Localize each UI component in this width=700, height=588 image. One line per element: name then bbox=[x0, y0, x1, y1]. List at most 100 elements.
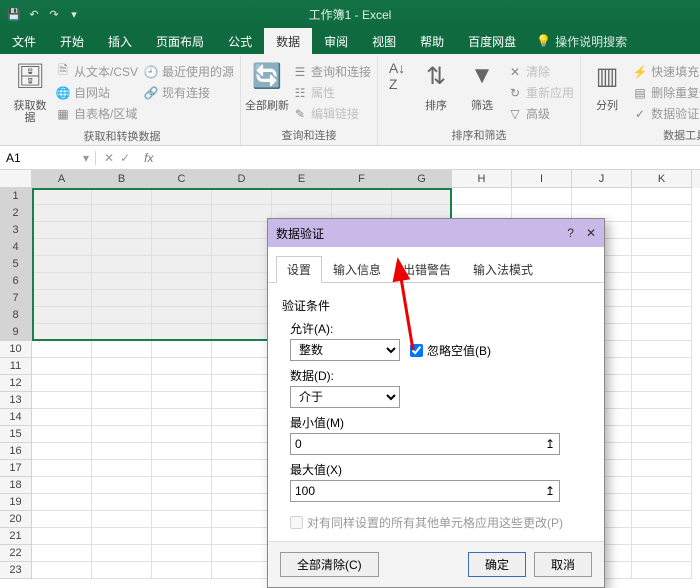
row-header[interactable]: 20 bbox=[0, 511, 32, 528]
reapply[interactable]: ↻重新应用 bbox=[506, 83, 576, 102]
cell[interactable] bbox=[32, 528, 92, 545]
cell[interactable] bbox=[212, 273, 272, 290]
cell[interactable] bbox=[152, 307, 212, 324]
cell[interactable] bbox=[632, 477, 692, 494]
cell[interactable] bbox=[212, 341, 272, 358]
cell[interactable] bbox=[32, 511, 92, 528]
cell[interactable] bbox=[92, 256, 152, 273]
cell[interactable] bbox=[212, 324, 272, 341]
cell[interactable] bbox=[92, 375, 152, 392]
row-header[interactable]: 18 bbox=[0, 477, 32, 494]
cell[interactable] bbox=[212, 426, 272, 443]
cell[interactable] bbox=[212, 511, 272, 528]
cell[interactable] bbox=[152, 290, 212, 307]
tab-help[interactable]: 帮助 bbox=[408, 28, 456, 54]
cell[interactable] bbox=[212, 358, 272, 375]
row-header[interactable]: 23 bbox=[0, 562, 32, 579]
cell[interactable] bbox=[152, 477, 212, 494]
cell[interactable] bbox=[92, 409, 152, 426]
advanced-filter[interactable]: ▽高级 bbox=[506, 104, 576, 123]
cell[interactable] bbox=[152, 358, 212, 375]
cell[interactable] bbox=[152, 443, 212, 460]
row-header[interactable]: 5 bbox=[0, 256, 32, 273]
cell[interactable] bbox=[32, 324, 92, 341]
cell[interactable] bbox=[632, 528, 692, 545]
cell[interactable] bbox=[632, 545, 692, 562]
dialog-tab-ime-mode[interactable]: 输入法模式 bbox=[462, 256, 544, 283]
cell[interactable] bbox=[632, 307, 692, 324]
col-header-C[interactable]: C bbox=[152, 170, 212, 188]
cell[interactable] bbox=[92, 460, 152, 477]
cell[interactable] bbox=[152, 239, 212, 256]
ignore-blank-checkbox[interactable]: 忽略空值(B) bbox=[410, 342, 491, 359]
qat-dropdown-icon[interactable]: ▾ bbox=[66, 6, 82, 22]
cell[interactable] bbox=[152, 545, 212, 562]
cell[interactable] bbox=[152, 562, 212, 579]
row-header[interactable]: 17 bbox=[0, 460, 32, 477]
cell[interactable] bbox=[632, 290, 692, 307]
cell[interactable] bbox=[32, 409, 92, 426]
dialog-tab-input-message[interactable]: 输入信息 bbox=[322, 256, 392, 283]
cell[interactable] bbox=[632, 409, 692, 426]
cell[interactable] bbox=[632, 392, 692, 409]
cell[interactable] bbox=[632, 494, 692, 511]
cell[interactable] bbox=[212, 307, 272, 324]
cell[interactable] bbox=[32, 188, 92, 205]
cell[interactable] bbox=[92, 324, 152, 341]
cell[interactable] bbox=[332, 188, 392, 205]
save-icon[interactable]: 💾 bbox=[6, 6, 22, 22]
clear-filter[interactable]: ✕清除 bbox=[506, 62, 576, 81]
cell[interactable] bbox=[92, 205, 152, 222]
cell[interactable] bbox=[92, 426, 152, 443]
cell[interactable] bbox=[32, 205, 92, 222]
cell[interactable] bbox=[632, 205, 692, 222]
cell[interactable] bbox=[152, 341, 212, 358]
cell[interactable] bbox=[32, 273, 92, 290]
data-select[interactable]: 介于 bbox=[290, 386, 400, 408]
cell[interactable] bbox=[152, 188, 212, 205]
cell[interactable] bbox=[92, 443, 152, 460]
cell[interactable] bbox=[212, 256, 272, 273]
cell[interactable] bbox=[32, 222, 92, 239]
cell[interactable] bbox=[32, 443, 92, 460]
cell[interactable] bbox=[152, 273, 212, 290]
cancel-formula-icon[interactable]: ✕ bbox=[104, 151, 114, 165]
cell[interactable] bbox=[152, 409, 212, 426]
col-header-B[interactable]: B bbox=[92, 170, 152, 188]
cell[interactable] bbox=[152, 222, 212, 239]
cell[interactable] bbox=[152, 256, 212, 273]
cell[interactable] bbox=[392, 188, 452, 205]
cell[interactable] bbox=[152, 528, 212, 545]
cell[interactable] bbox=[152, 460, 212, 477]
sort-button[interactable]: ⇅ 排序 bbox=[414, 60, 458, 114]
cell[interactable] bbox=[212, 460, 272, 477]
min-value-input[interactable]: 0↥ bbox=[290, 433, 560, 455]
cell[interactable] bbox=[632, 273, 692, 290]
col-header-F[interactable]: F bbox=[332, 170, 392, 188]
cell[interactable] bbox=[32, 545, 92, 562]
clear-all-button[interactable]: 全部清除(C) bbox=[280, 552, 379, 577]
cell[interactable] bbox=[632, 426, 692, 443]
enter-formula-icon[interactable]: ✓ bbox=[120, 151, 130, 165]
cell[interactable] bbox=[632, 443, 692, 460]
sort-az-button[interactable]: A↓Z bbox=[382, 60, 412, 92]
cell[interactable] bbox=[92, 341, 152, 358]
cell[interactable] bbox=[92, 392, 152, 409]
cell[interactable] bbox=[632, 460, 692, 477]
cell[interactable] bbox=[92, 290, 152, 307]
cell[interactable] bbox=[32, 341, 92, 358]
cell[interactable] bbox=[632, 511, 692, 528]
cell[interactable] bbox=[212, 528, 272, 545]
cell[interactable] bbox=[212, 409, 272, 426]
recent-sources[interactable]: 🕘最近使用的源 bbox=[142, 62, 236, 81]
cell[interactable] bbox=[632, 239, 692, 256]
data-validation[interactable]: ✓数据验证 bbox=[631, 104, 700, 123]
row-header[interactable]: 15 bbox=[0, 426, 32, 443]
cell[interactable] bbox=[32, 256, 92, 273]
cell[interactable] bbox=[32, 239, 92, 256]
cell[interactable] bbox=[152, 392, 212, 409]
tab-home[interactable]: 开始 bbox=[48, 28, 96, 54]
row-header[interactable]: 13 bbox=[0, 392, 32, 409]
cell[interactable] bbox=[32, 392, 92, 409]
cell[interactable] bbox=[272, 188, 332, 205]
